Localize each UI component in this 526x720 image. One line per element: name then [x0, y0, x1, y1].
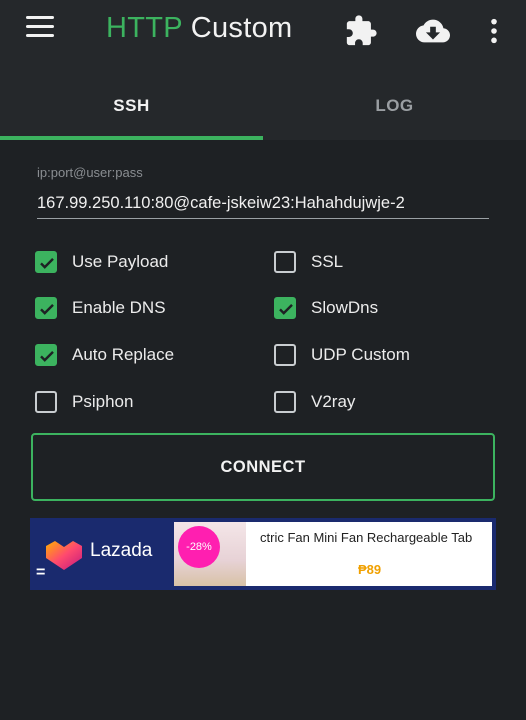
ad-brand: Lazada [90, 540, 153, 561]
checkbox-checked-icon [274, 297, 296, 319]
connect-button[interactable]: CONNECT [31, 433, 495, 501]
ad-discount-badge: -28% [178, 526, 220, 568]
v2ray-label: V2ray [311, 392, 356, 411]
tab-log[interactable]: LOG [263, 80, 526, 138]
more-vert-icon[interactable] [480, 14, 508, 48]
checkbox-unchecked-icon [274, 251, 296, 273]
lazada-heart-icon [44, 538, 84, 577]
ssh-input[interactable] [37, 188, 489, 219]
ad-product-text: ctric Fan Mini Fan Rechargeable Tab [260, 530, 473, 545]
auto-replace-checkbox[interactable]: Auto Replace [35, 344, 235, 372]
use-payload-checkbox[interactable]: Use Payload [35, 251, 235, 279]
enable-dns-checkbox[interactable]: Enable DNS [35, 297, 235, 325]
psiphon-label: Psiphon [72, 392, 134, 411]
ad-menu-glyph: = [36, 564, 46, 581]
ssl-checkbox[interactable]: SSL [274, 251, 474, 279]
auto-replace-label: Auto Replace [72, 345, 175, 364]
checkbox-checked-icon [35, 251, 57, 273]
cloud-download-icon[interactable] [414, 14, 452, 48]
checkbox-unchecked-icon [35, 391, 57, 413]
ad-banner[interactable]: Lazada = -28% ctric Fan Mini Fan Recharg… [30, 518, 496, 590]
ssh-field-label: ip:port@user:pass [37, 165, 143, 180]
slowdns-checkbox[interactable]: SlowDns [274, 297, 474, 325]
checkbox-checked-icon [35, 297, 57, 319]
checkbox-unchecked-icon [274, 344, 296, 366]
ssl-label: SSL [311, 252, 344, 271]
use-payload-label: Use Payload [72, 252, 169, 271]
tab-bar: SSH LOG [0, 80, 526, 140]
psiphon-checkbox[interactable]: Psiphon [35, 391, 235, 419]
slowdns-label: SlowDns [311, 298, 379, 317]
udp-custom-checkbox[interactable]: UDP Custom [274, 344, 474, 372]
app-title: HTTP Custom [106, 12, 293, 44]
tab-ssh[interactable]: SSH [0, 80, 263, 138]
ad-price: ₱89 [358, 562, 382, 577]
enable-dns-label: Enable DNS [72, 298, 166, 317]
checkbox-checked-icon [35, 344, 57, 366]
menu-icon[interactable] [26, 16, 56, 42]
tab-indicator [0, 136, 263, 140]
ad-product-card: ctric Fan Mini Fan Rechargeable Tab ₱89 [246, 522, 492, 586]
puzzle-icon[interactable] [344, 14, 378, 48]
checkbox-unchecked-icon [274, 391, 296, 413]
v2ray-checkbox[interactable]: V2ray [274, 391, 474, 419]
udp-custom-label: UDP Custom [311, 345, 410, 364]
